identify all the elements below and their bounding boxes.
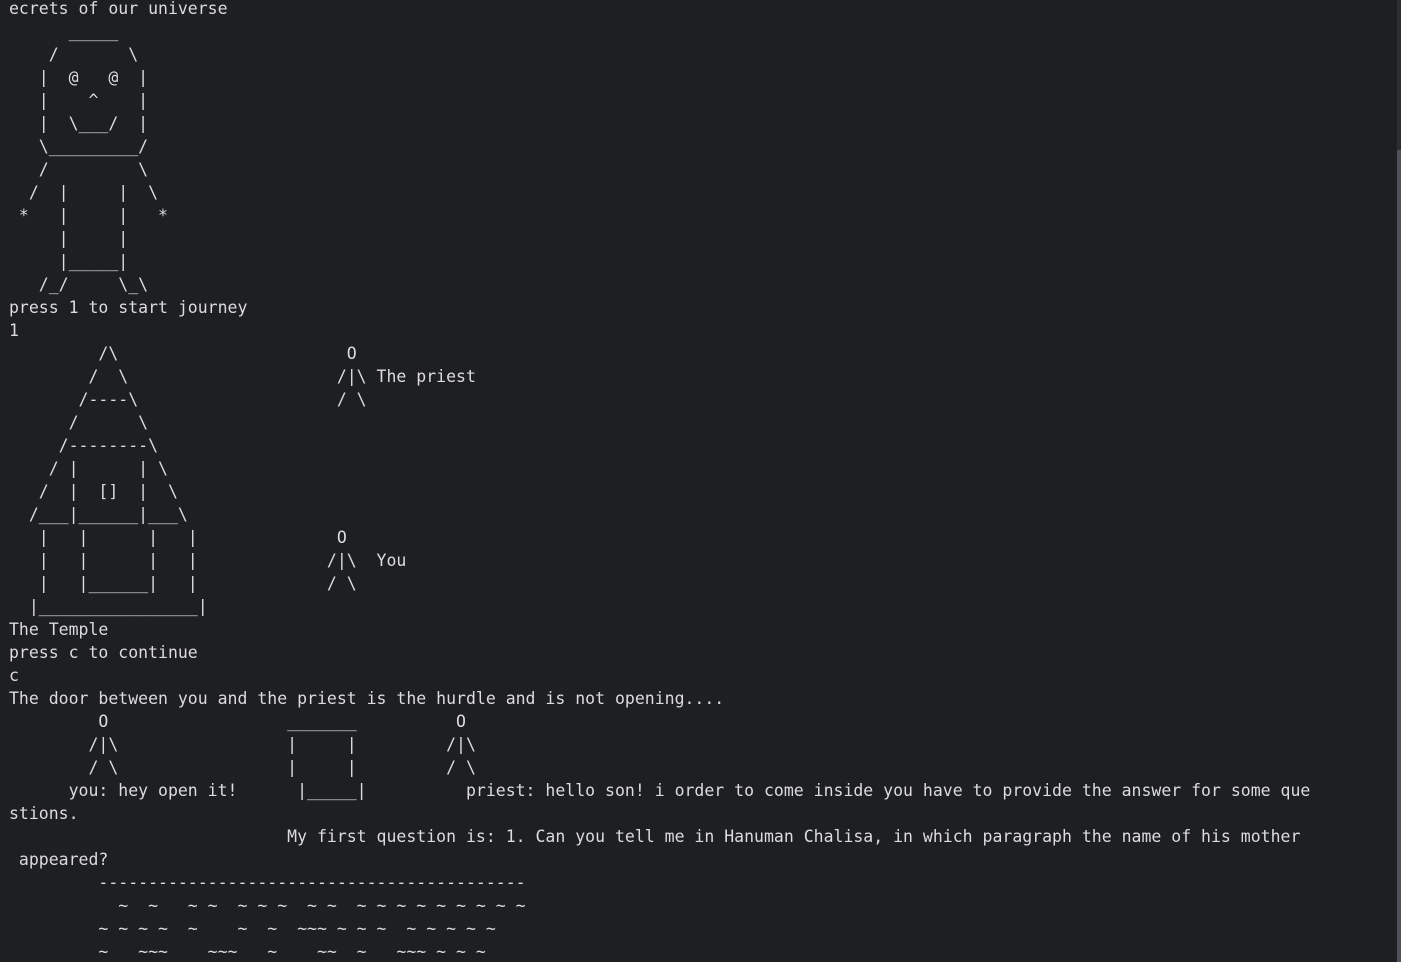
console-line: | | <box>9 229 129 248</box>
console-line: /|\ | | /|\ <box>9 735 476 754</box>
console-line: / \ <box>9 413 149 432</box>
console-line: | \___/ | <box>9 114 149 133</box>
console-line: The Temple <box>9 620 109 639</box>
console-line: \_________/ <box>9 137 149 156</box>
console-line: |________________| <box>9 597 208 616</box>
console-output: ecrets of our universe _____ / \ | @ @ |… <box>0 0 1310 962</box>
console-line: ~ ~~~ ~~~ ~ ~~ ~ ~~~ ~ ~ ~ <box>9 942 486 961</box>
console-line: /___|______|___\ <box>9 505 188 524</box>
console-line: * | | * <box>9 206 168 225</box>
terminal-output-panel[interactable]: ecrets of our universe _____ / \ | @ @ |… <box>0 0 1397 962</box>
console-line: / | | \ <box>9 183 159 202</box>
console-line: ----------------------------------------… <box>9 873 526 892</box>
console-line: | |______| | / \ <box>9 574 357 593</box>
console-line: ~ ~ ~ ~ ~ ~ ~ ~ ~ ~ ~ ~ ~ ~ ~ ~ ~ ~ <box>9 896 526 915</box>
console-line: /--------\ <box>9 436 159 455</box>
console-line: The door between you and the priest is t… <box>9 689 725 708</box>
scrollbar-thumb[interactable] <box>1397 150 1401 962</box>
console-line: ~ ~ ~ ~ ~ ~ ~ ~~~ ~ ~ ~ ~ ~ ~ ~ ~ <box>9 919 496 938</box>
console-line: / | | \ <box>9 459 168 478</box>
console-line: O _______ O <box>9 712 466 731</box>
console-line: | ^ | <box>9 91 149 110</box>
console-line: My first question is: 1. Can you tell me… <box>9 827 1301 846</box>
console-line: / \ /|\ The priest <box>9 367 476 386</box>
console-line: / \ | | / \ <box>9 758 476 777</box>
console-line: you: hey open it! |_____| priest: hello … <box>9 781 1311 800</box>
console-line: / \ <box>9 45 139 64</box>
console-line: c <box>9 666 19 685</box>
console-line: appeared? <box>9 850 109 869</box>
console-line: press 1 to start journey <box>9 298 248 317</box>
console-line: _____ <box>9 22 119 41</box>
console-line: / \ <box>9 160 149 179</box>
vertical-scrollbar[interactable] <box>1397 0 1401 962</box>
console-line: | @ @ | <box>9 68 149 87</box>
console-line: / | [] | \ <box>9 482 178 501</box>
console-line: |_____| <box>9 252 129 271</box>
console-line: stions. <box>9 804 79 823</box>
console-line: /----\ / \ <box>9 390 367 409</box>
console-line: 1 <box>9 321 19 340</box>
console-line: | | | | O <box>9 528 347 547</box>
console-line: /_/ \_\ <box>9 275 149 294</box>
console-line: | | | | /|\ You <box>9 551 407 570</box>
console-line: press c to continue <box>9 643 198 662</box>
console-line: /\ O <box>9 344 357 363</box>
console-line: ecrets of our universe <box>9 0 228 18</box>
